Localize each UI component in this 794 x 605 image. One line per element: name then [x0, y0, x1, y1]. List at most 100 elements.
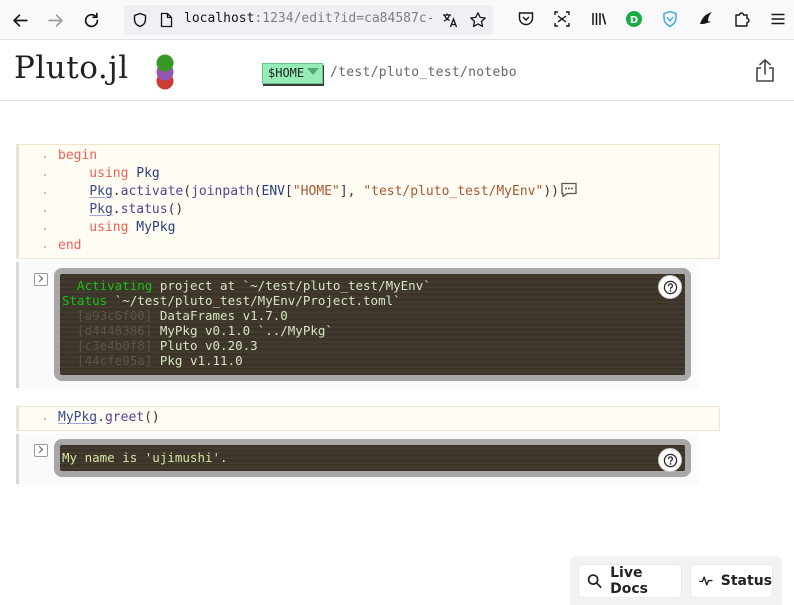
stdout-text: project at `~/test/pluto_test/MyEnv`: [152, 278, 431, 293]
help-circle-icon: [663, 280, 677, 294]
dot: .: [97, 410, 105, 425]
stdout-text: DataFrames v1.7.0: [152, 308, 288, 323]
stdout-text: MyPkg v0.1.0 `../MyPkg`: [152, 323, 333, 338]
stdout-line: [a93c6f00] DataFrames v1.7.0: [62, 308, 288, 323]
stdout-content: Activating project at `~/test/pluto_test…: [60, 274, 685, 375]
library-icon[interactable]: [590, 10, 608, 28]
paren: (: [183, 184, 192, 199]
module-pkg-ref[interactable]: Pkg: [89, 184, 112, 199]
extension-d-icon[interactable]: D: [625, 10, 643, 28]
terminal-icon[interactable]: [34, 273, 48, 286]
keyword-using: using: [58, 166, 137, 181]
url-path: :1234/edit?id=ca84587c-be0: [254, 11, 432, 26]
stdout-line: Status `~/test/pluto_test/MyEnv/Project.…: [62, 293, 401, 308]
translate-icon[interactable]: [441, 11, 459, 29]
string-env-path: "test/pluto_test/MyEnv": [363, 184, 544, 199]
menu-hamburger-icon[interactable]: [769, 10, 787, 28]
bracket: [: [285, 184, 293, 199]
func-joinpath: joinpath: [191, 184, 254, 199]
stdout-prefix: Status: [62, 293, 108, 308]
pluto-logo[interactable]: Pluto.jl: [14, 50, 129, 86]
extensions-puzzle-icon[interactable]: [733, 10, 751, 28]
svg-text:D: D: [630, 15, 638, 26]
live-docs-button[interactable]: Live Docs: [578, 564, 682, 598]
help-button[interactable]: [658, 275, 682, 299]
keyword-begin: begin: [58, 148, 98, 163]
cell-2-code-editor[interactable]: MyPkg.greet(): [16, 406, 720, 431]
stdout-text: Pluto v0.20.3: [152, 338, 258, 353]
code-line-1: begin: [58, 147, 97, 165]
url-text[interactable]: localhost:1234/edit?id=ca84587c-be0: [184, 11, 432, 26]
paren: (): [167, 202, 184, 217]
back-icon[interactable]: [8, 8, 32, 32]
notebook-path-input[interactable]: /test/pluto_test/notebo: [330, 65, 526, 80]
stdout-uuid: [d4448386]: [62, 323, 153, 338]
path-home-chip[interactable]: $HOME: [262, 63, 324, 84]
page-info-icon[interactable]: [160, 12, 173, 28]
stdout-line: My name is 'ujimushi'.: [62, 450, 228, 465]
extension-shield-icon[interactable]: [661, 10, 679, 28]
forward-icon[interactable]: [43, 8, 67, 32]
logo-name: Pluto: [14, 50, 98, 86]
terminal-icon[interactable]: [34, 444, 48, 457]
help-button[interactable]: [658, 448, 682, 472]
stdout-content: My name is 'ujimushi'.: [60, 445, 685, 471]
dot: .: [112, 202, 121, 217]
stdout-prefix: Activating: [62, 278, 153, 293]
func-greet: greet: [104, 410, 145, 425]
extension-paw-icon[interactable]: [697, 10, 715, 28]
cell-1-code-editor[interactable]: begin using Pkg Pkg.activate(joinpath(EN…: [16, 144, 720, 259]
code-line-5: using MyPkg: [58, 219, 175, 237]
string-home: "HOME": [292, 184, 340, 199]
line-gutter-dot: [44, 210, 46, 212]
bookmark-star-icon[interactable]: [469, 11, 487, 29]
path-home-label: $HOME: [268, 66, 305, 80]
live-docs-label: Live Docs: [610, 565, 648, 597]
browser-toolbar: localhost:1234/edit?id=ca84587c-be0 D: [0, 0, 794, 40]
code-line-4: Pkg.status(): [58, 201, 183, 219]
status-button[interactable]: Status: [690, 564, 773, 598]
stdout-line: [c3e4b0f8] Pluto v0.20.3: [62, 338, 258, 353]
module-pkg-ref[interactable]: Pkg: [89, 202, 112, 217]
stdout-uuid: [a93c6f00]: [62, 308, 153, 323]
screenshot-icon[interactable]: [553, 10, 571, 28]
func-activate: activate: [120, 184, 184, 199]
cell-2-stdout-box: My name is 'ujimushi'.: [54, 439, 691, 477]
line-gutter-dot: [44, 246, 46, 248]
cell-1-stdout-box: Activating project at `~/test/pluto_test…: [54, 268, 691, 381]
pluto-header: Pluto.jl $HOME /test/pluto_test/notebo: [0, 41, 794, 101]
search-icon: [587, 574, 602, 588]
bracket-comma: ],: [339, 184, 364, 199]
julia-dots-icon: [156, 54, 174, 90]
status-label: Status: [720, 573, 772, 589]
bottom-helper-panel: Live Docs Status: [570, 556, 782, 605]
stdout-text: Pkg v1.11.0: [152, 353, 243, 368]
code-line-2: using Pkg: [58, 165, 160, 183]
paren: (: [253, 184, 262, 199]
reload-icon[interactable]: [79, 8, 103, 32]
env-var: ENV: [261, 184, 286, 199]
paren: (): [144, 410, 160, 425]
activity-pulse-icon: [699, 576, 713, 586]
line-gutter-dot: [44, 156, 46, 158]
chevron-down-icon: [307, 68, 320, 75]
logo-suffix: .jl: [97, 50, 129, 86]
module-pkg: Pkg: [136, 166, 160, 181]
code-line-6: end: [58, 237, 81, 255]
dot: .: [112, 184, 121, 199]
line-gutter-dot: [44, 228, 46, 230]
comment-icon[interactable]: [560, 182, 578, 198]
stdout-line: [44cfe95a] Pkg v1.11.0: [62, 353, 243, 368]
code-line-3: Pkg.activate(joinpath(ENV["HOME"], "test…: [58, 183, 559, 201]
shield-icon[interactable]: [132, 12, 148, 28]
module-mypkg-ref[interactable]: MyPkg: [58, 410, 97, 425]
help-circle-icon: [663, 453, 677, 467]
stdout-uuid: [44cfe95a]: [62, 353, 153, 368]
func-status: status: [120, 202, 168, 217]
pocket-icon[interactable]: [517, 10, 535, 28]
stdout-line: [d4448386] MyPkg v0.1.0 `../MyPkg`: [62, 323, 333, 338]
url-bar[interactable]: localhost:1234/edit?id=ca84587c-be0: [124, 5, 493, 35]
share-icon[interactable]: [754, 58, 776, 84]
